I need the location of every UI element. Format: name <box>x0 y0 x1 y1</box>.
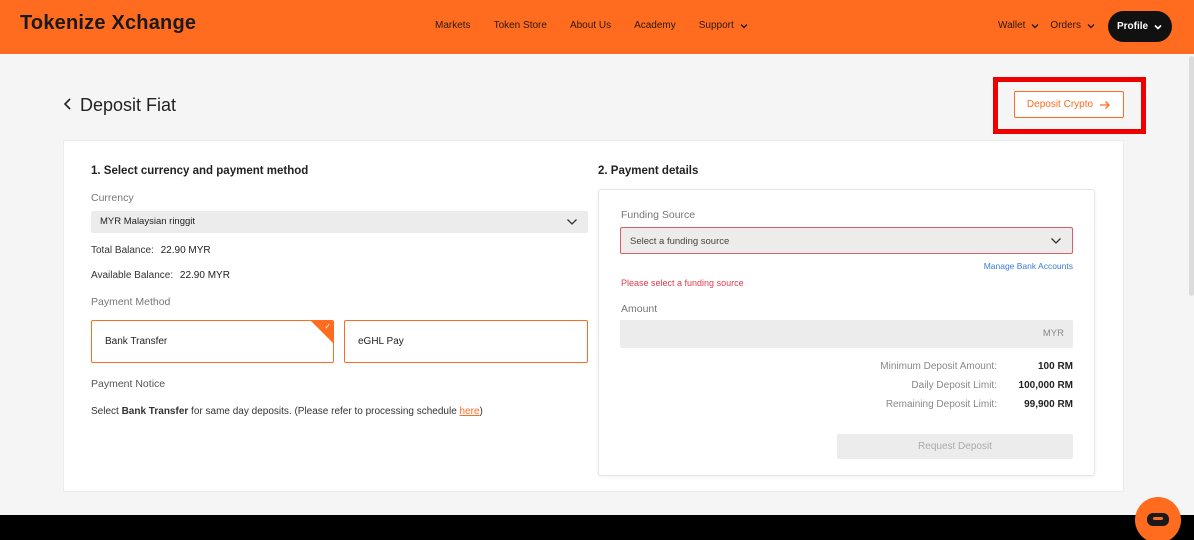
check-icon: ✓ <box>324 322 331 331</box>
bank-transfer-label: Bank Transfer <box>105 336 168 347</box>
total-balance: Total Balance: 22.90 MYR <box>91 245 211 256</box>
deposit-crypto-button[interactable]: Deposit Crypto <box>1014 91 1124 118</box>
profile-button[interactable]: Profile <box>1108 11 1172 42</box>
payment-method-bank-transfer[interactable]: Bank Transfer ✓ <box>91 320 334 363</box>
footer <box>0 515 1194 540</box>
amount-input[interactable]: MYR <box>620 320 1073 348</box>
chevron-down-icon <box>1154 24 1162 30</box>
profile-label: Profile <box>1116 21 1149 32</box>
currency-value: MYR Malaysian ringgit <box>100 216 196 227</box>
page-title: Deposit Fiat <box>80 95 177 115</box>
request-deposit-button[interactable]: Request Deposit <box>837 434 1073 459</box>
chat-button[interactable] <box>1135 497 1181 540</box>
nav-wallet-label: Wallet <box>998 20 1026 31</box>
arrow-right-icon <box>1100 100 1110 109</box>
chevron-down-icon <box>1051 238 1061 244</box>
daily-limit-label: Daily Deposit Limit: <box>911 380 997 391</box>
available-balance-value: 22.90 MYR <box>179 270 230 281</box>
available-balance: Available Balance: 22.90 MYR <box>91 270 230 281</box>
nav-orders[interactable]: Orders <box>1050 20 1096 31</box>
available-balance-label: Available Balance: <box>91 270 174 281</box>
nav-support[interactable]: Support <box>699 20 749 31</box>
notice-suffix: for same day deposits. (Please refer to … <box>188 406 460 417</box>
chevron-down-icon <box>740 23 748 28</box>
funding-source-label: Funding Source <box>621 209 696 221</box>
nav-token-store[interactable]: Token Store <box>494 20 547 31</box>
min-deposit-label: Minimum Deposit Amount: <box>880 361 997 372</box>
amount-label: Amount <box>621 303 658 315</box>
logo[interactable]: Tokenize Xchange <box>20 12 196 35</box>
notice-end: ) <box>479 406 483 417</box>
section-heading-currency: 1. Select currency and payment method <box>91 165 309 177</box>
currency-label: Currency <box>91 192 134 204</box>
manage-bank-accounts-link[interactable]: Manage Bank Accounts <box>960 261 1073 271</box>
remaining-limit-label: Remaining Deposit Limit: <box>885 399 997 410</box>
eghl-pay-label: eGHL Pay <box>358 336 404 347</box>
notice-bold: Bank Transfer <box>121 406 189 417</box>
account-nav: Wallet Orders <box>998 20 1096 31</box>
funding-placeholder: Select a funding source <box>630 236 730 247</box>
back-arrow-icon[interactable] <box>62 96 74 112</box>
daily-limit-value: 100,000 RM <box>1018 380 1073 391</box>
total-balance-value: 22.90 MYR <box>160 245 211 256</box>
currency-select[interactable]: MYR Malaysian ringgit <box>91 211 588 233</box>
nav-wallet[interactable]: Wallet <box>998 20 1040 31</box>
nav-orders-label: Orders <box>1050 20 1081 31</box>
deposit-crypto-label: Deposit Crypto <box>1026 99 1094 110</box>
page-scrollbar[interactable] <box>1189 56 1194 296</box>
chevron-down-icon <box>1031 23 1039 28</box>
funding-error-message: Please select a funding source <box>621 278 744 288</box>
section-heading-payment: 2. Payment details <box>598 165 699 177</box>
nav-markets[interactable]: Markets <box>435 20 471 31</box>
remaining-limit-value: 99,900 RM <box>1024 399 1073 410</box>
chevron-down-icon <box>1087 23 1095 28</box>
payment-method-label: Payment Method <box>91 296 171 308</box>
payment-notice-label: Payment Notice <box>91 378 166 390</box>
payment-method-eghl-pay[interactable]: eGHL Pay <box>344 320 588 363</box>
nav-academy[interactable]: Academy <box>634 20 676 31</box>
min-deposit-value: 100 RM <box>1037 361 1073 372</box>
processing-schedule-link[interactable]: here <box>460 406 480 417</box>
funding-source-select[interactable]: Select a funding source <box>620 227 1073 254</box>
amount-unit: MYR <box>1042 328 1064 339</box>
nav-about-us[interactable]: About Us <box>570 20 611 31</box>
chevron-down-icon <box>567 219 577 225</box>
total-balance-label: Total Balance: <box>91 245 154 256</box>
notice-prefix: Select <box>91 406 122 417</box>
main-nav: Markets Token Store About Us Academy Sup… <box>435 20 749 31</box>
chat-icon <box>1147 513 1169 526</box>
nav-support-label: Support <box>698 20 734 31</box>
payment-notice-text: Select Bank Transfer for same day deposi… <box>91 406 483 417</box>
top-navbar: Tokenize Xchange Markets Token Store Abo… <box>0 0 1194 54</box>
